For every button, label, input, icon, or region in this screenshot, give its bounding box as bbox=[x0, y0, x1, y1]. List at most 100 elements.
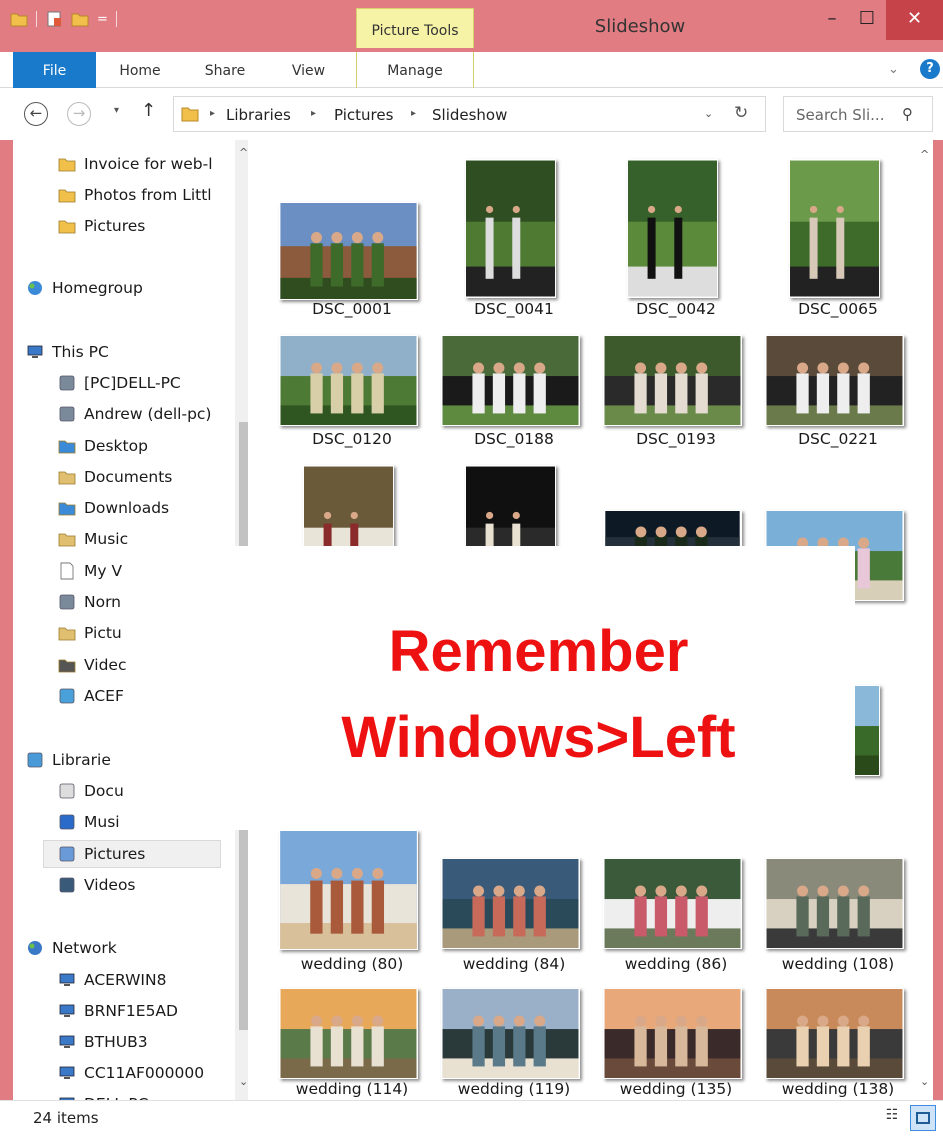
photo-thumbnail[interactable] bbox=[788, 159, 880, 298]
photo-thumbnail[interactable] bbox=[440, 335, 580, 426]
expand-ribbon-icon[interactable]: ⌄ bbox=[888, 62, 899, 77]
forward-button[interactable]: → bbox=[67, 102, 91, 126]
breadcrumb-slideshow[interactable]: Slideshow bbox=[432, 106, 507, 124]
photo-thumbnail[interactable] bbox=[278, 202, 418, 300]
file-name: DSC_0065 bbox=[798, 300, 878, 318]
breadcrumb-separator[interactable]: ▸ bbox=[210, 108, 215, 119]
search-icon[interactable]: ⚲ bbox=[902, 105, 913, 123]
address-history-dropdown[interactable]: ⌄ bbox=[704, 107, 713, 120]
recent-locations-dropdown[interactable]: ▾ bbox=[114, 105, 119, 116]
tab-share[interactable]: Share bbox=[195, 52, 255, 88]
breadcrumb-separator[interactable]: ▸ bbox=[411, 108, 416, 119]
nav-item[interactable]: My V bbox=[58, 557, 122, 585]
nav-item[interactable]: Documents bbox=[58, 463, 172, 491]
nav-item[interactable]: Invoice for web-l bbox=[58, 150, 213, 178]
scroll-up-icon[interactable]: ^ bbox=[239, 146, 248, 159]
breadcrumb-separator[interactable]: ▸ bbox=[311, 108, 316, 119]
nav-item-label: Librarie bbox=[52, 751, 111, 769]
tab-file[interactable]: File bbox=[13, 52, 96, 88]
nav-item-label: Downloads bbox=[84, 499, 170, 517]
breadcrumb-libraries[interactable]: Libraries bbox=[226, 106, 291, 124]
computer-icon bbox=[59, 1004, 75, 1017]
scroll-down-icon[interactable]: ⌄ bbox=[920, 1075, 929, 1088]
up-button[interactable]: ↑ bbox=[141, 100, 156, 121]
nav-item-label: Videos bbox=[84, 876, 136, 894]
nav-item-label: This PC bbox=[52, 343, 109, 361]
nav-item[interactable]: Videos bbox=[58, 871, 136, 899]
nav-item[interactable]: DELL-PC bbox=[58, 1090, 149, 1100]
nav-item[interactable]: CC11AF000000 bbox=[58, 1059, 204, 1087]
address-bar[interactable]: ▸ Libraries ▸ Pictures ▸ Slideshow ⌄ ↻ bbox=[173, 96, 766, 132]
nav-item[interactable]: Network bbox=[26, 934, 117, 962]
nav-item[interactable]: Pictures bbox=[58, 212, 145, 240]
photo-thumbnail[interactable] bbox=[764, 988, 904, 1079]
photo-thumbnail[interactable] bbox=[278, 335, 418, 426]
photo-thumbnail[interactable] bbox=[764, 858, 904, 949]
scrollbar-thumb[interactable] bbox=[239, 422, 248, 552]
file-name: wedding (80) bbox=[300, 955, 404, 973]
item-count: 24 items bbox=[33, 1109, 99, 1127]
navigation-bar: ← → ▾ ↑ ▸ Libraries ▸ Pictures ▸ Slidesh… bbox=[0, 88, 943, 140]
back-button[interactable]: ← bbox=[24, 102, 48, 126]
title-bar: = Picture Tools Slideshow – ☐ ✕ bbox=[0, 0, 943, 52]
nav-item[interactable]: Photos from Littl bbox=[58, 181, 212, 209]
folder-icon[interactable] bbox=[10, 10, 28, 28]
folder-icon bbox=[58, 189, 76, 203]
photo-thumbnail[interactable] bbox=[602, 988, 742, 1079]
customize-toolbar-dropdown[interactable]: = bbox=[97, 12, 108, 27]
nav-item[interactable]: Docu bbox=[58, 777, 124, 805]
help-icon[interactable]: ? bbox=[920, 59, 940, 79]
maximize-button[interactable]: ☐ bbox=[845, 0, 889, 40]
nav-item[interactable]: Desktop bbox=[58, 432, 148, 460]
close-button[interactable]: ✕ bbox=[886, 0, 943, 40]
nav-item-label: Norn bbox=[84, 593, 122, 611]
nav-item[interactable]: Andrew (dell-pc) bbox=[58, 400, 211, 428]
nav-item-label: Invoice for web-l bbox=[84, 155, 213, 173]
photo-thumbnail[interactable] bbox=[626, 159, 718, 298]
scroll-up-icon[interactable]: ^ bbox=[920, 148, 929, 161]
photo-thumbnail[interactable] bbox=[764, 335, 904, 426]
nav-item[interactable]: ACEF bbox=[58, 682, 124, 710]
photo-thumbnail[interactable] bbox=[278, 988, 418, 1079]
search-box[interactable]: Search Sli... ⚲ bbox=[783, 96, 933, 132]
photo-thumbnail[interactable] bbox=[602, 335, 742, 426]
nav-item[interactable]: BTHUB3 bbox=[58, 1028, 148, 1056]
photo-thumbnail[interactable] bbox=[464, 159, 556, 298]
nav-item[interactable]: Pictu bbox=[58, 619, 122, 647]
documents-folder-icon bbox=[58, 471, 76, 485]
file-list-scrollbar[interactable]: ^ ⌄ bbox=[920, 140, 933, 1100]
nav-item[interactable]: ACERWIN8 bbox=[58, 966, 166, 994]
nav-item[interactable]: This PC bbox=[26, 338, 109, 366]
photo-thumbnail[interactable] bbox=[278, 830, 418, 950]
photo-thumbnail[interactable] bbox=[440, 988, 580, 1079]
refresh-icon[interactable]: ↻ bbox=[734, 103, 748, 123]
tab-manage[interactable]: Manage bbox=[356, 52, 474, 88]
drive-icon bbox=[59, 688, 75, 704]
nav-item[interactable]: Downloads bbox=[58, 494, 169, 522]
toolbar-divider bbox=[115, 11, 117, 27]
nav-item[interactable]: [PC]DELL-PC bbox=[58, 369, 181, 397]
tab-view[interactable]: View bbox=[281, 52, 336, 88]
breadcrumb-pictures[interactable]: Pictures bbox=[334, 106, 393, 124]
details-view-icon[interactable]: ☷ bbox=[880, 1107, 904, 1129]
nav-item-label: CC11AF000000 bbox=[84, 1064, 205, 1082]
nav-item[interactable]: Librarie bbox=[26, 746, 111, 774]
nav-item[interactable]: Pictures bbox=[43, 840, 221, 868]
nav-item[interactable]: Musi bbox=[58, 808, 120, 836]
new-folder-icon[interactable] bbox=[71, 10, 89, 28]
nav-item[interactable]: Homegroup bbox=[26, 274, 143, 302]
scroll-down-icon[interactable]: ⌄ bbox=[239, 1075, 248, 1088]
nav-item[interactable]: Norn bbox=[58, 588, 121, 616]
large-icons-view-icon[interactable] bbox=[910, 1105, 936, 1131]
nav-item[interactable]: BRNF1E5AD bbox=[58, 997, 178, 1025]
file-name: DSC_0221 bbox=[798, 430, 878, 448]
photo-thumbnail[interactable] bbox=[602, 858, 742, 949]
tab-home[interactable]: Home bbox=[110, 52, 170, 88]
photo-thumbnail[interactable] bbox=[440, 858, 580, 949]
nav-item[interactable]: Music bbox=[58, 525, 128, 553]
file-name: DSC_0193 bbox=[636, 430, 716, 448]
downloads-folder-icon bbox=[58, 502, 76, 516]
properties-icon[interactable] bbox=[45, 10, 63, 28]
nav-item[interactable]: Videc bbox=[58, 651, 126, 679]
scrollbar-thumb[interactable] bbox=[239, 830, 248, 1030]
